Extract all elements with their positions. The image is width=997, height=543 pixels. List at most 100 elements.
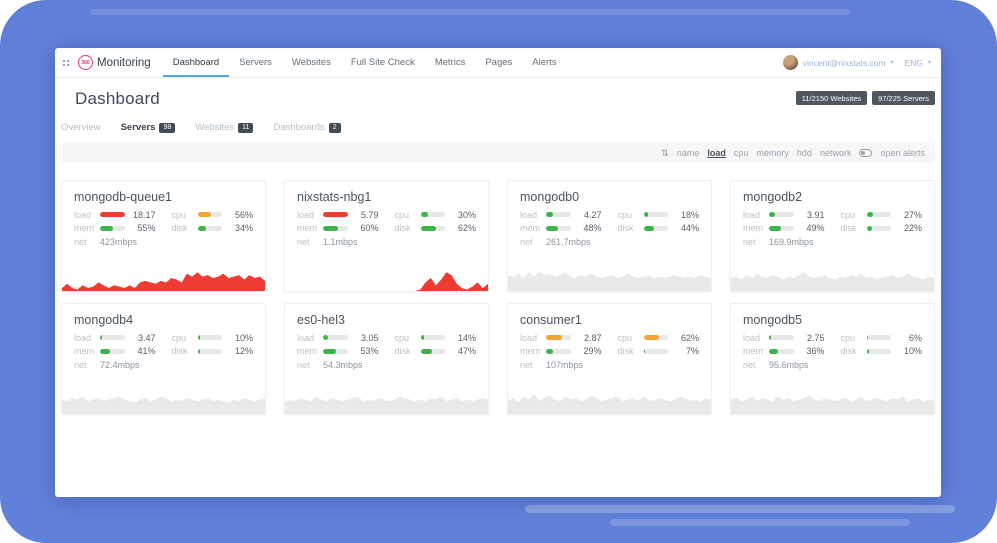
metric-bar-fill — [546, 226, 558, 231]
metric-bar-fill — [867, 226, 872, 231]
nav-item-alerts[interactable]: Alerts — [522, 48, 566, 77]
metric-bar-track — [644, 212, 669, 217]
tab-count-badge: 2 — [329, 123, 341, 133]
metric-bar-fill — [769, 335, 771, 340]
server-card[interactable]: mongodb5load2.75mem36%net95.6mbpscpu6%di… — [730, 303, 935, 415]
nav-item-dashboard[interactable]: Dashboard — [163, 48, 229, 77]
language-menu[interactable]: ENG — [905, 58, 923, 68]
server-card[interactable]: nixstats-nbg1load5.79mem60%net1.1mbpscpu… — [284, 180, 489, 292]
user-email-menu[interactable]: vincent@nixstats.com — [803, 58, 886, 68]
sort-option-hdd[interactable]: hdd — [797, 148, 812, 158]
nav-item-metrics[interactable]: Metrics — [425, 48, 476, 77]
server-card[interactable]: consumer1load2.87mem29%net107mbpscpu62%d… — [507, 303, 712, 415]
tab-dashboards[interactable]: Dashboards2 — [273, 122, 340, 133]
navbar: 360 Monitoring DashboardServersWebsitesF… — [55, 48, 941, 78]
server-card[interactable]: mongodb4load3.47mem41%net72.4mbpscpu10%d… — [61, 303, 266, 415]
metric-bar-fill — [644, 226, 655, 231]
metric-row-disk: disk22% — [841, 224, 923, 233]
page-title: Dashboard — [75, 89, 160, 109]
sort-option-name[interactable]: name — [677, 148, 700, 158]
metric-value: 7% — [673, 346, 699, 356]
metric-value: 3.05 — [353, 333, 379, 343]
metric-bar-track — [546, 349, 571, 354]
sort-option-cpu[interactable]: cpu — [734, 148, 749, 158]
metric-row-disk: disk47% — [395, 347, 477, 356]
metric-bar-track — [769, 335, 794, 340]
background-streak — [525, 505, 955, 513]
metric-value: 18% — [673, 210, 699, 220]
open-alerts-label[interactable]: open alerts — [880, 148, 925, 158]
metric-bar-fill — [421, 349, 433, 354]
avatar[interactable] — [783, 55, 798, 70]
decorative-background: 360 Monitoring DashboardServersWebsitesF… — [0, 0, 997, 543]
metric-value: 5.79 — [353, 210, 379, 220]
metric-bar-fill — [100, 335, 102, 340]
metric-label: net — [74, 237, 95, 247]
server-card[interactable]: es0-hel3load3.05mem53%net54.3mbpscpu14%d… — [284, 303, 489, 415]
server-card[interactable]: mongodb0load4.27mem48%net261.7mbpscpu18%… — [507, 180, 712, 292]
metric-row-load: load 3.05 — [297, 333, 379, 342]
metric-bar-fill — [644, 349, 646, 354]
metric-bar-fill — [867, 335, 868, 340]
metric-row-cpu: cpu18% — [618, 210, 700, 219]
tab-label: Overview — [61, 122, 101, 133]
metric-bar-fill — [323, 226, 338, 231]
metric-label: mem — [297, 223, 318, 233]
metric-bar-track — [323, 226, 348, 231]
metric-bar-fill — [198, 212, 212, 217]
page-header: Dashboard 11/2150 Websites97/225 Servers — [55, 78, 941, 109]
sort-icon: ⇅ — [661, 148, 669, 159]
metric-value: 10% — [896, 346, 922, 356]
metric-row-cpu: cpu27% — [841, 210, 923, 219]
metric-label: mem — [74, 223, 95, 233]
nav-item-full-site-check[interactable]: Full Site Check — [341, 48, 425, 77]
metric-value: 3.91 — [799, 210, 825, 220]
metric-bar-track — [769, 226, 794, 231]
server-name: mongodb4 — [62, 304, 265, 333]
sort-option-memory[interactable]: memory — [756, 148, 789, 158]
metric-bar-track — [100, 212, 125, 217]
metrics-col-2: cpu18%disk44% — [618, 210, 700, 246]
sort-option-load[interactable]: load — [707, 148, 726, 158]
navbar-right: vincent@nixstats.com ▾ ENG ▾ — [783, 48, 931, 77]
open-alerts-toggle-icon[interactable] — [859, 149, 872, 157]
background-streak — [610, 519, 910, 526]
nav-item-websites[interactable]: Websites — [282, 48, 341, 77]
metric-value: 29% — [576, 346, 602, 356]
nav-item-pages[interactable]: Pages — [475, 48, 522, 77]
metrics-col-1: load3.05mem53%net54.3mbps — [297, 333, 379, 369]
metric-label: load — [520, 333, 541, 343]
server-card[interactable]: mongodb2load3.91mem49%net169.9mbpscpu27%… — [730, 180, 935, 292]
metric-bar-fill — [323, 349, 336, 354]
app-window: 360 Monitoring DashboardServersWebsitesF… — [55, 48, 941, 497]
sparkline-chart — [508, 381, 711, 414]
metric-label: cpu — [172, 210, 193, 220]
logo[interactable]: 360 Monitoring — [78, 55, 151, 70]
tab-overview[interactable]: Overview — [61, 122, 101, 133]
metric-label: load — [297, 333, 318, 343]
metric-bar-fill — [421, 212, 428, 217]
app-grid-icon[interactable] — [61, 58, 71, 68]
sort-option-network[interactable]: network — [820, 148, 852, 158]
metric-row-load: load2.75 — [743, 333, 825, 342]
metrics-col-1: load2.87mem29%net107mbps — [520, 333, 602, 369]
metric-bar-track — [421, 349, 446, 354]
metric-label: net — [74, 360, 95, 370]
metric-label: mem — [743, 346, 764, 356]
metrics: load4.27mem48%net261.7mbpscpu18%disk44% — [508, 210, 711, 246]
metric-bar-fill — [867, 349, 869, 354]
sort-bar: ⇅ name loadcpu memory hdd network open alert… — [61, 143, 935, 163]
sparkline-chart — [62, 258, 265, 291]
tab-servers[interactable]: Servers98 — [121, 122, 176, 133]
metric-row-cpu: cpu62% — [618, 333, 700, 342]
metric-row-load: load2.87 — [520, 333, 602, 342]
server-name: consumer1 — [508, 304, 711, 333]
nav-item-servers[interactable]: Servers — [229, 48, 282, 77]
metric-bar-track — [644, 335, 669, 340]
server-card[interactable]: mongodb-queue1load18.17mem55%net423mbpsc… — [61, 180, 266, 292]
metric-value: 53% — [353, 346, 379, 356]
metric-row-net: net95.6mbps — [743, 360, 825, 369]
tab-label: Websites — [195, 122, 234, 133]
metrics-col-2: cpu10%disk12% — [172, 333, 254, 369]
tab-websites[interactable]: Websites11 — [195, 122, 253, 133]
